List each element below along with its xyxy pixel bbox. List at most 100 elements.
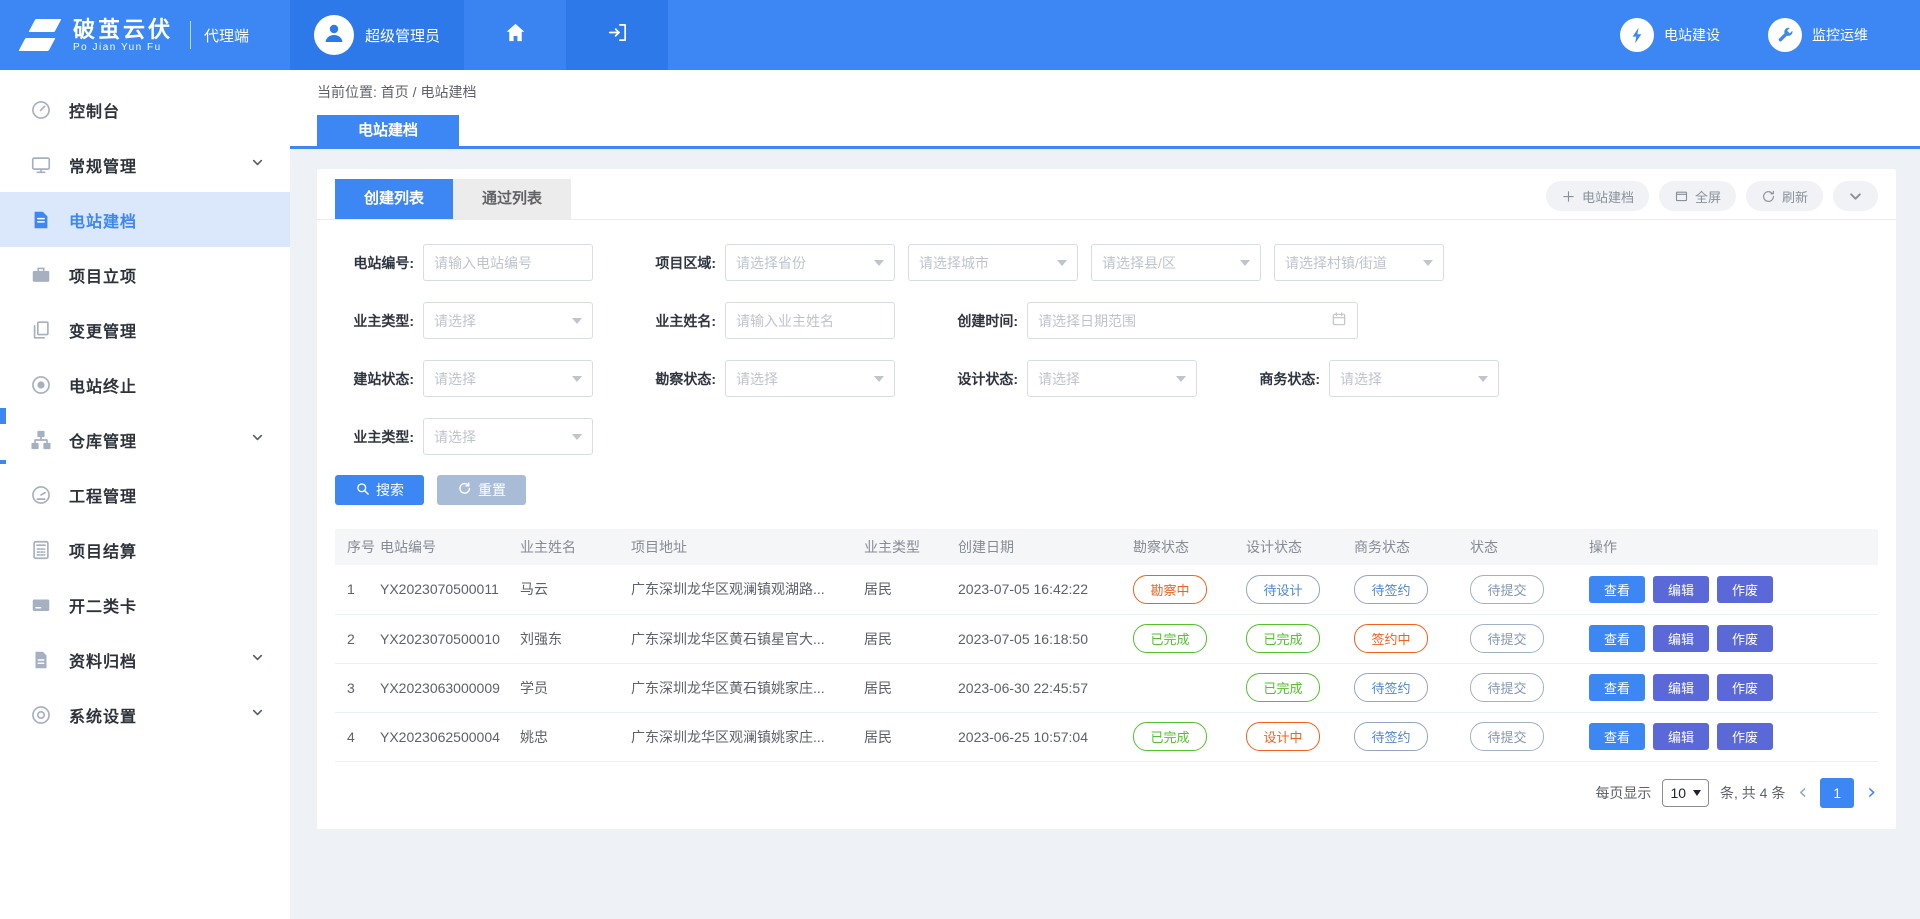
view-button[interactable]: 查看 <box>1589 576 1645 603</box>
list-card: 创建列表 通过列表 电站建档全屏刷新 电站编号: 项目区域: 请选择省份 <box>317 169 1896 829</box>
sidebar-item-4[interactable]: 项目立项 <box>0 247 290 302</box>
build-status-select[interactable]: 请选择 <box>423 360 593 397</box>
city-select[interactable]: 请选择城市 <box>908 244 1078 281</box>
sidebar-item-11[interactable]: 资料归档 <box>0 632 290 687</box>
edit-button[interactable]: 编辑 <box>1653 723 1709 750</box>
person-icon <box>322 21 346 50</box>
view-button[interactable]: 查看 <box>1589 625 1645 652</box>
reset-button[interactable]: 重置 <box>437 475 526 505</box>
document-icon <box>30 209 52 231</box>
edit-button[interactable]: 编辑 <box>1653 674 1709 701</box>
void-button[interactable]: 作废 <box>1717 576 1773 603</box>
cell-business-status: 待签约 <box>1354 712 1470 761</box>
cell-design-status: 已完成 <box>1246 663 1354 712</box>
station-create-button[interactable]: 电站建档 <box>1546 181 1649 211</box>
status-badge: 待提交 <box>1470 624 1544 653</box>
district-select[interactable]: 请选择县/区 <box>1091 244 1261 281</box>
breadcrumb-strip: 当前位置: 首页 / 电站建档 电站建档 <box>290 70 1920 149</box>
cell-created: 2023-07-05 16:18:50 <box>958 614 1133 663</box>
owner-name-input[interactable] <box>725 302 895 339</box>
toolbar-button-label: 刷新 <box>1782 187 1808 206</box>
fullscreen-button[interactable]: 全屏 <box>1659 181 1736 211</box>
owner-type-2-select[interactable]: 请选择 <box>423 418 593 455</box>
edit-button[interactable]: 编辑 <box>1653 625 1709 652</box>
monitor-ops-link[interactable]: 监控运维 <box>1768 18 1868 52</box>
design-status-select[interactable]: 请选择 <box>1027 360 1197 397</box>
sidebar-item-2[interactable]: 常规管理 <box>0 137 290 192</box>
breadcrumb: 当前位置: 首页 / 电站建档 <box>317 82 1920 102</box>
caret-down-icon <box>1423 260 1433 271</box>
sidebar-item-label: 项目立项 <box>69 263 137 287</box>
survey-status-select[interactable]: 请选择 <box>725 360 895 397</box>
logout-button[interactable] <box>566 0 668 70</box>
table-body: 1YX2023070500011马云广东深圳龙华区观澜镇观湖路...居民2023… <box>335 565 1878 761</box>
status-badge: 已完成 <box>1133 722 1207 751</box>
void-button[interactable]: 作废 <box>1717 625 1773 652</box>
cell-survey-status: 已完成 <box>1133 712 1246 761</box>
void-button[interactable]: 作废 <box>1717 674 1773 701</box>
sidebar-item-3[interactable]: 电站建档 <box>0 192 290 247</box>
station-no-input[interactable] <box>423 244 593 281</box>
sidebar-item-12[interactable]: 系统设置 <box>0 687 290 742</box>
sidebar-item-label: 资料归档 <box>69 648 137 672</box>
cell-station-code: YX2023062500004 <box>380 712 520 761</box>
sidebar-item-6[interactable]: 电站终止 <box>0 357 290 412</box>
station-build-link[interactable]: 电站建设 <box>1620 18 1720 52</box>
collapse-button[interactable] <box>1833 181 1878 211</box>
view-button[interactable]: 查看 <box>1589 723 1645 750</box>
table-header-row: 序号电站编号业主姓名项目地址业主类型创建日期勘察状态设计状态商务状态状态操作 <box>335 529 1878 565</box>
cell-station-code: YX2023063000009 <box>380 663 520 712</box>
calendar-icon <box>1331 311 1347 330</box>
cell-status: 待提交 <box>1470 614 1589 663</box>
sidebar-item-1[interactable]: 控制台 <box>0 82 290 137</box>
edit-button[interactable]: 编辑 <box>1653 576 1709 603</box>
business-status-label: 商务状态: <box>1241 369 1329 389</box>
column-header: 业主类型 <box>864 529 958 565</box>
sidebar-item-label: 开二类卡 <box>69 593 137 617</box>
caret-down-icon <box>1057 260 1067 271</box>
owner-type-select[interactable]: 请选择 <box>423 302 593 339</box>
sidebar-item-5[interactable]: 变更管理 <box>0 302 290 357</box>
town-select[interactable]: 请选择村镇/街道 <box>1274 244 1444 281</box>
cell-design-status: 设计中 <box>1246 712 1354 761</box>
sidebar-item-8[interactable]: 工程管理 <box>0 467 290 522</box>
province-select[interactable]: 请选择省份 <box>725 244 895 281</box>
main-content: 当前位置: 首页 / 电站建档 电站建档 创建列表 通过列表 电站建档全屏刷新 <box>290 70 1920 919</box>
cell-address: 广东深圳龙华区观澜镇观湖路... <box>631 565 864 614</box>
wrench-icon <box>1768 18 1802 52</box>
pagination: 每页显示 10 条, 共 4 条 ‹ 1 › <box>335 778 1878 808</box>
sidebar-scrollbar[interactable] <box>0 408 6 424</box>
view-button[interactable]: 查看 <box>1589 674 1645 701</box>
per-page-select[interactable]: 10 <box>1662 779 1709 807</box>
next-page-button[interactable]: › <box>1865 782 1878 804</box>
card-toolbar: 电站建档全屏 刷新 <box>1546 181 1878 211</box>
chevron-down-icon <box>1848 189 1863 204</box>
create-time-input[interactable]: 请选择日期范围 <box>1027 302 1358 339</box>
home-button[interactable] <box>464 0 566 70</box>
chevron-down-icon <box>251 431 264 449</box>
void-button[interactable]: 作废 <box>1717 723 1773 750</box>
station-table: 序号电站编号业主姓名项目地址业主类型创建日期勘察状态设计状态商务状态状态操作 1… <box>335 529 1878 762</box>
build-status-label: 建站状态: <box>335 369 423 389</box>
search-button[interactable]: 搜索 <box>335 475 424 505</box>
tab-passed-list[interactable]: 通过列表 <box>453 179 571 219</box>
status-badge: 待提交 <box>1470 673 1544 702</box>
page-1-button[interactable]: 1 <box>1820 778 1854 808</box>
status-badge: 待提交 <box>1470 722 1544 751</box>
survey-status-label: 勘察状态: <box>637 369 725 389</box>
refresh-icon <box>1761 189 1776 204</box>
sidebar-scrollbar[interactable] <box>0 460 6 464</box>
chevron-down-icon <box>251 156 264 174</box>
business-status-select[interactable]: 请选择 <box>1329 360 1499 397</box>
user-menu[interactable]: 超级管理员 <box>290 0 464 70</box>
page-tab-station-archive[interactable]: 电站建档 <box>317 115 459 146</box>
refresh-button[interactable]: 刷新 <box>1746 181 1823 211</box>
sidebar-item-7[interactable]: 仓库管理 <box>0 412 290 467</box>
gauge-icon <box>30 484 52 506</box>
sidebar-item-9[interactable]: 项目结算 <box>0 522 290 577</box>
target-icon <box>30 374 52 396</box>
tab-create-list[interactable]: 创建列表 <box>335 179 453 219</box>
sidebar-item-10[interactable]: 开二类卡 <box>0 577 290 632</box>
table-row: 4YX2023062500004姚忠广东深圳龙华区观澜镇姚家庄...居民2023… <box>335 712 1878 761</box>
prev-page-button[interactable]: ‹ <box>1796 782 1809 804</box>
